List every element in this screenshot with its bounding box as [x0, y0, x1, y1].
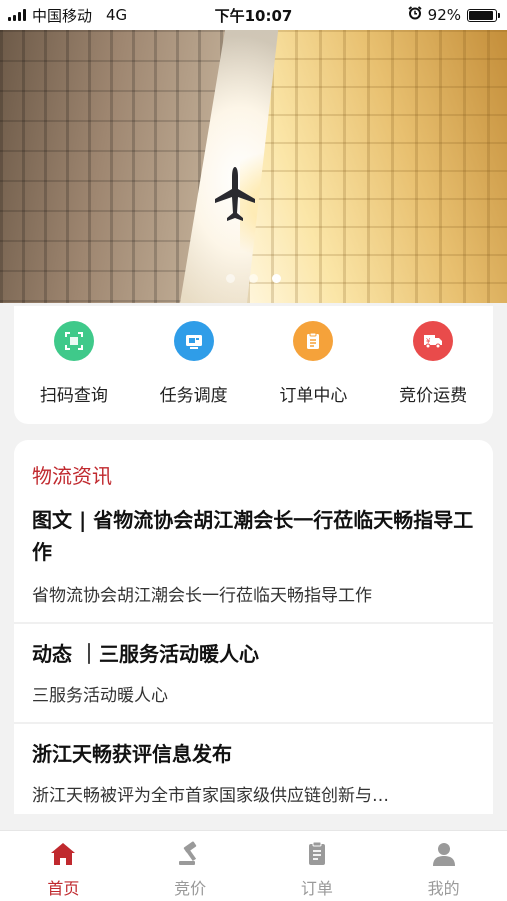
carousel-dot[interactable] [226, 274, 235, 283]
status-bar: 中国移动 4G 下午10:07 92% [0, 0, 507, 30]
carrier-label: 中国移动 [32, 6, 93, 25]
quick-action-label: 扫码查询 [39, 386, 108, 406]
quick-action-bidding[interactable]: ¥ 竞价运费 [378, 306, 488, 406]
tab-bidding[interactable]: 竞价 [140, 831, 240, 901]
order-icon [308, 841, 325, 865]
news-summary: 浙江天畅被评为全市首家国家级供应链创新与… [32, 786, 389, 806]
quick-action-scan[interactable]: 扫码查询 [19, 306, 129, 406]
gavel-icon [179, 841, 197, 865]
tab-label: 首页 [47, 879, 80, 898]
truck-icon: ¥ [413, 321, 454, 361]
banner-carousel[interactable] [0, 30, 507, 303]
news-item[interactable]: 动态 ｜三服务活动暖人心 三服务活动暖人心 [14, 624, 493, 724]
airplane-icon [215, 167, 255, 221]
tab-profile[interactable]: 我的 [394, 831, 494, 901]
user-icon [432, 843, 455, 866]
battery-percent: 92% [427, 6, 461, 24]
home-icon [51, 843, 76, 865]
quick-actions-panel: 扫码查询 任务调度 订单中心 ¥ 竞价运费 [14, 306, 493, 424]
carousel-indicator [0, 274, 507, 283]
news-summary: 三服务活动暖人心 [32, 686, 168, 706]
signal-icon [8, 9, 26, 21]
banner-building-right [247, 30, 507, 303]
tab-orders[interactable]: 订单 [267, 831, 367, 901]
quick-action-label: 竞价运费 [399, 386, 468, 406]
quick-action-label: 订单中心 [279, 386, 348, 406]
quick-action-orders[interactable]: 订单中心 [258, 306, 368, 406]
bottom-tab-bar: 首页 竞价 订单 我的 [0, 830, 507, 901]
quick-action-dispatch[interactable]: 任务调度 [139, 306, 249, 406]
tab-label: 我的 [427, 879, 460, 898]
network-label: 4G [106, 6, 128, 24]
news-item[interactable]: 浙江天畅获评信息发布 浙江天畅被评为全市首家国家级供应链创新与… [14, 724, 493, 808]
clipboard-icon [293, 321, 334, 361]
carousel-dot[interactable] [272, 274, 281, 283]
svg-text:¥: ¥ [426, 337, 431, 345]
tab-label: 订单 [300, 879, 333, 898]
news-summary: 省物流协会胡江潮会长一行莅临天畅指导工作 [32, 586, 372, 606]
scan-icon [53, 321, 94, 361]
news-headline: 图文 | 省物流协会胡江潮会长一行莅临天畅指导工作 [32, 508, 474, 564]
logistics-news-section: 物流资讯 图文 | 省物流协会胡江潮会长一行莅临天畅指导工作 省物流协会胡江潮会… [14, 440, 493, 814]
news-headline: 动态 ｜三服务活动暖人心 [32, 642, 259, 666]
dispatch-icon [173, 321, 214, 361]
section-title: 物流资讯 [32, 464, 112, 488]
carousel-dot[interactable] [249, 274, 258, 283]
news-item[interactable]: 图文 | 省物流协会胡江潮会长一行莅临天畅指导工作 省物流协会胡江潮会长一行莅临… [14, 489, 493, 624]
battery-icon [467, 8, 500, 22]
tab-label: 竞价 [174, 879, 207, 898]
news-headline: 浙江天畅获评信息发布 [32, 742, 232, 766]
tab-home[interactable]: 首页 [13, 831, 113, 901]
alarm-icon [408, 6, 422, 24]
quick-action-label: 任务调度 [159, 386, 228, 406]
